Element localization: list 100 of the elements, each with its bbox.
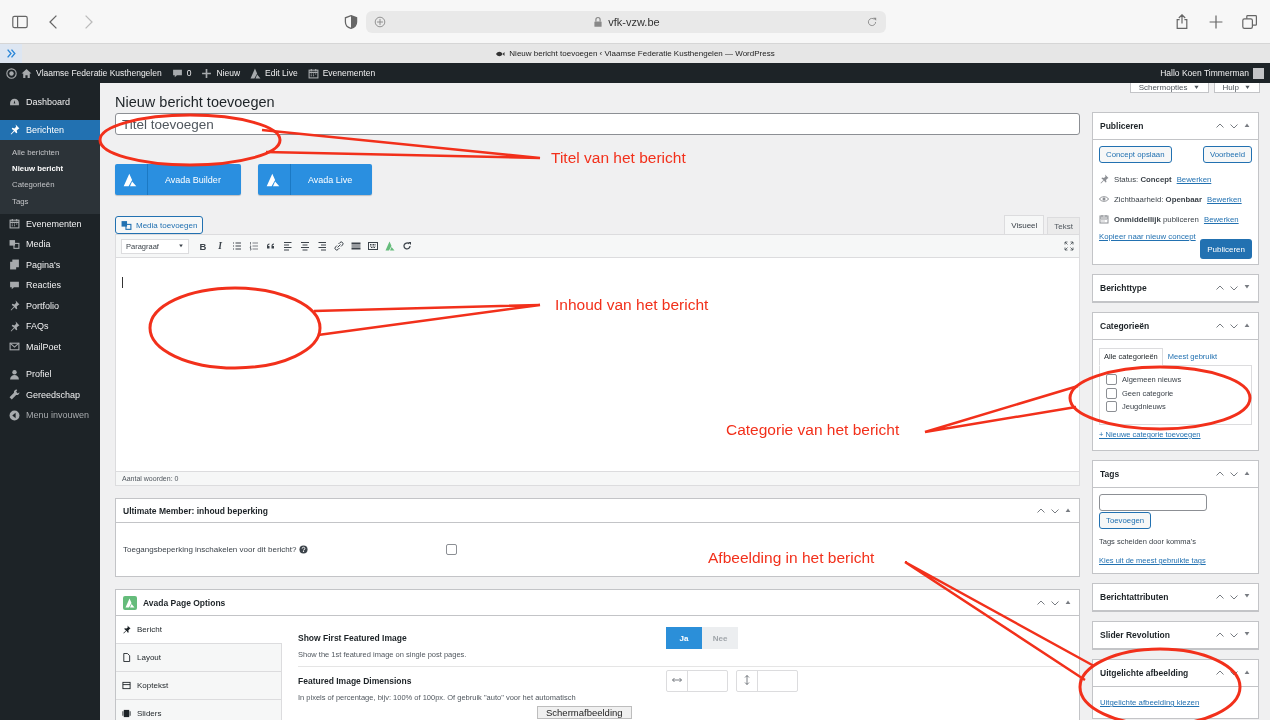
field-label: Toegangsbeperking inschakelen voor dit bericht?	[123, 545, 297, 554]
checkbox[interactable]	[446, 544, 457, 555]
annotation-label: Afbeelding in het bericht	[708, 549, 875, 567]
numbered-list-icon[interactable]	[249, 241, 259, 251]
pin-icon	[1099, 174, 1109, 184]
sidebar-item[interactable]: Media	[0, 234, 100, 255]
tab-title[interactable]: Nieuw bericht toevoegen ‹ Vlaamse Federatie Kusthengelen — WordPress	[509, 49, 775, 58]
sidebar-item[interactable]: Profiel	[0, 364, 100, 385]
fullscreen-icon[interactable]	[1064, 241, 1074, 251]
tag-field[interactable]	[1099, 494, 1207, 511]
move-down-icon[interactable]	[1229, 283, 1239, 293]
calendar-icon	[9, 218, 20, 230]
box-title: Berichtattributen	[1100, 592, 1170, 602]
checkbox[interactable]	[1106, 401, 1117, 413]
link-icon[interactable]	[334, 241, 344, 251]
options-tab[interactable]: Layout	[116, 644, 281, 672]
address-bar[interactable]: vfk-vzw.be	[366, 10, 886, 33]
toggle-icon[interactable]	[1243, 668, 1251, 676]
new-tab-icon[interactable]	[1208, 13, 1224, 30]
sidebar-item[interactable]: Portfolio	[0, 295, 100, 317]
calendar-icon	[1099, 214, 1109, 224]
box-title: Uitgelichte afbeelding	[1100, 668, 1190, 678]
move-down-icon[interactable]	[1229, 321, 1239, 331]
dimension-field[interactable]	[666, 670, 728, 692]
toggle-icon[interactable]	[1243, 630, 1251, 638]
sidebar-item[interactable]: Evenementen	[0, 213, 100, 235]
media-button[interactable]: Media toevoegen	[115, 216, 204, 234]
pin-icon	[9, 320, 20, 332]
admin-bar-link[interactable]: Edit Live	[250, 67, 298, 79]
move-down-icon[interactable]	[1229, 469, 1239, 479]
keyboard-icon[interactable]	[368, 241, 378, 251]
italic-button[interactable]: I	[215, 241, 225, 251]
move-down-icon[interactable]	[1229, 630, 1239, 640]
annotation-label: Titel van het bericht	[551, 149, 686, 167]
caret-icon	[178, 243, 184, 249]
sidebar-item[interactable]: MailPoet	[0, 336, 100, 358]
sidebar-item[interactable]: Menu invouwen	[0, 405, 100, 426]
toggle-icon[interactable]	[1243, 121, 1251, 129]
box-title: Berichttype	[1100, 283, 1148, 293]
sidebar-item[interactable]: FAQs	[0, 316, 100, 337]
title-field[interactable]: Titel toevoegen	[115, 113, 1080, 135]
box-title: Ultimate Member: inhoud beperking	[123, 505, 269, 516]
toggle-icon[interactable]	[1243, 469, 1251, 477]
admin-bar-link[interactable]: 0	[171, 67, 192, 79]
person-icon	[9, 368, 20, 380]
sidebar-item[interactable]: Pagina's	[0, 254, 100, 276]
options-tab[interactable]: Koptekst	[116, 672, 281, 700]
collapse-icon	[9, 409, 20, 421]
options-tab[interactable]: Bericht	[116, 616, 282, 644]
admin-bar-link[interactable]: Nieuw	[201, 67, 241, 79]
dimension-field[interactable]	[736, 670, 798, 692]
header-icon	[122, 681, 131, 690]
align-center-icon[interactable]	[300, 241, 310, 251]
checkbox[interactable]	[1106, 374, 1117, 386]
admin-bar-link[interactable]: Vlaamse Federatie Kusthengelen	[21, 67, 162, 79]
editor-tab[interactable]: Visueel	[1004, 215, 1045, 234]
lock-icon	[592, 15, 605, 28]
move-down-icon[interactable]	[1229, 592, 1239, 602]
avada-icon	[123, 172, 137, 187]
tabs-icon[interactable]	[1242, 13, 1258, 30]
toggle-icon[interactable]	[1243, 321, 1251, 329]
sidebar-item[interactable]: Gereedschap	[0, 384, 100, 406]
share-icon[interactable]	[1174, 13, 1190, 30]
sidebar-item[interactable]: Reacties	[0, 275, 100, 296]
move-down-icon[interactable]	[1229, 121, 1239, 131]
admin-bar-link[interactable]: Evenementen	[307, 67, 376, 79]
dropdown-button[interactable]: Schermopties	[1129, 83, 1209, 93]
options-tab[interactable]: Sliders	[116, 700, 281, 720]
checkbox[interactable]	[1106, 387, 1117, 399]
reload-icon[interactable]	[866, 15, 878, 28]
toggle-icon[interactable]	[1243, 283, 1251, 291]
width-icon	[672, 675, 682, 685]
help-icon[interactable]	[299, 545, 309, 554]
pin-icon	[9, 300, 20, 312]
avada-icon[interactable]	[385, 241, 395, 251]
align-left-icon[interactable]	[283, 241, 293, 251]
annotation-label: Categorie van het bericht	[726, 421, 900, 439]
page-heading: Nieuw bericht toevoegen	[115, 93, 276, 112]
dropdown-button[interactable]: Hulp	[1213, 83, 1260, 93]
align-right-icon[interactable]	[317, 241, 327, 251]
publish-button[interactable]: Publiceren	[1200, 239, 1252, 259]
sidebar-toggle-icon[interactable]	[12, 13, 28, 30]
greeting-text[interactable]: Hallo Koen Timmerman	[1160, 68, 1249, 78]
document-icon	[122, 653, 131, 662]
quote-icon[interactable]	[266, 241, 276, 251]
bold-button[interactable]: B	[198, 240, 208, 252]
add-icon[interactable]	[374, 15, 386, 28]
sidebar-item[interactable]: Dashboard	[0, 92, 100, 113]
shield-icon[interactable]	[344, 14, 358, 29]
refresh-icon[interactable]	[402, 241, 412, 251]
url-text: vfk-vzw.be	[608, 15, 660, 28]
logo-icon[interactable]	[6, 67, 17, 79]
sidebar-item[interactable]: Berichten	[0, 119, 100, 140]
toggle-icon[interactable]	[1243, 592, 1251, 600]
editor-tab[interactable]: Tekst	[1047, 217, 1080, 234]
avatar-icon[interactable]	[1253, 67, 1264, 79]
bullet-list-icon[interactable]	[232, 241, 242, 251]
box-title: Tags	[1100, 469, 1121, 479]
move-down-icon[interactable]	[1229, 668, 1239, 678]
read-more-icon[interactable]	[351, 241, 361, 251]
